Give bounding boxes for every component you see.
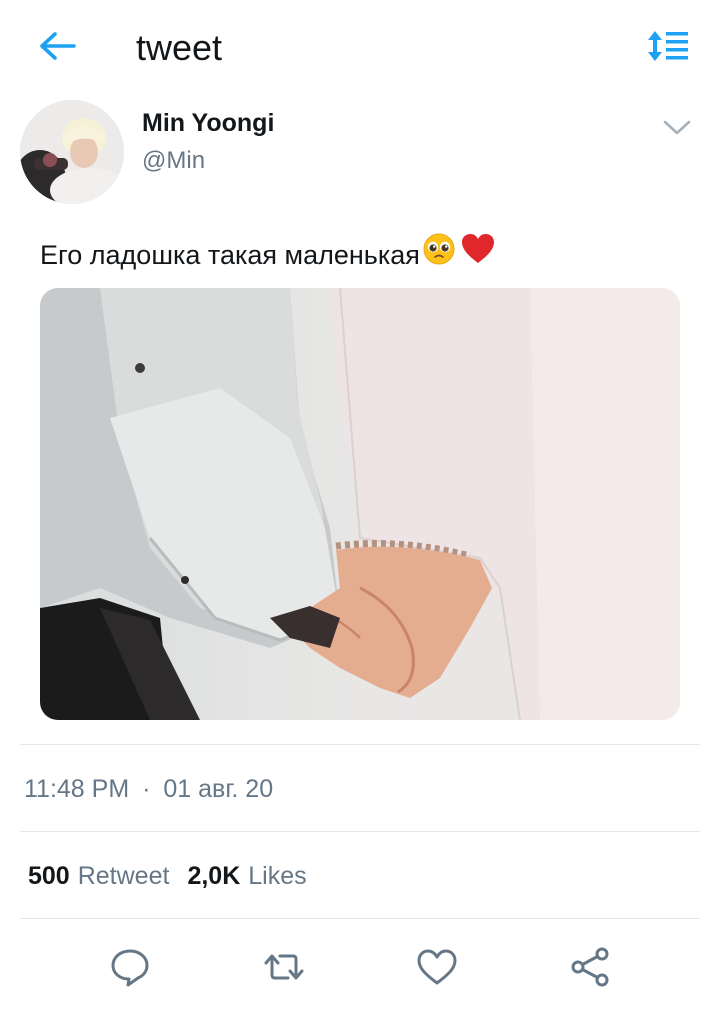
tweet-stats: 500 Retweet 2,0K Likes — [28, 862, 307, 891]
share-button[interactable] — [568, 945, 612, 989]
likes-count[interactable]: 2,0K — [187, 862, 240, 891]
retweet-button[interactable] — [262, 945, 306, 989]
tweet-media-photo[interactable] — [40, 288, 680, 720]
divider-middle — [20, 831, 700, 832]
retweet-icon — [264, 954, 304, 980]
pleading-face-emoji — [422, 232, 458, 277]
top-bar: tweet — [0, 0, 720, 95]
tweet-timestamp: 11:48 PM · 01 авг. 20 — [24, 775, 273, 804]
like-button[interactable] — [415, 945, 459, 989]
divider-top — [20, 744, 700, 745]
tweet-menu-button[interactable] — [660, 114, 694, 140]
retweet-label[interactable]: Retweet — [78, 862, 170, 891]
photo-image — [40, 288, 680, 720]
chevron-down-icon — [663, 120, 691, 135]
retweet-count[interactable]: 500 — [28, 862, 70, 891]
avatar[interactable] — [20, 100, 124, 204]
comment-icon — [111, 949, 149, 987]
author-name[interactable]: Min Yoongi — [142, 109, 274, 138]
tweet-time: 11:48 PM — [24, 775, 130, 803]
arrow-left-icon — [40, 32, 76, 60]
likes-label[interactable]: Likes — [248, 862, 306, 891]
page-title: tweet — [136, 27, 223, 68]
tweet-text: Его ладошка такая маленькая — [40, 232, 496, 277]
author-handle[interactable]: @Min — [142, 147, 205, 175]
back-button[interactable] — [36, 26, 78, 66]
tweet-date: 01 авг. 20 — [163, 775, 274, 803]
share-icon — [571, 947, 609, 987]
reply-button[interactable] — [108, 945, 152, 989]
sort-button[interactable] — [645, 28, 691, 64]
avatar-photo — [20, 100, 124, 204]
red-heart-emoji — [460, 232, 496, 277]
heart-icon — [417, 949, 457, 985]
tweet-text-content: Его ладошка такая маленькая — [40, 239, 420, 270]
timestamp-separator: · — [142, 775, 151, 803]
divider-bottom — [20, 918, 700, 919]
sort-list-icon — [648, 31, 688, 61]
